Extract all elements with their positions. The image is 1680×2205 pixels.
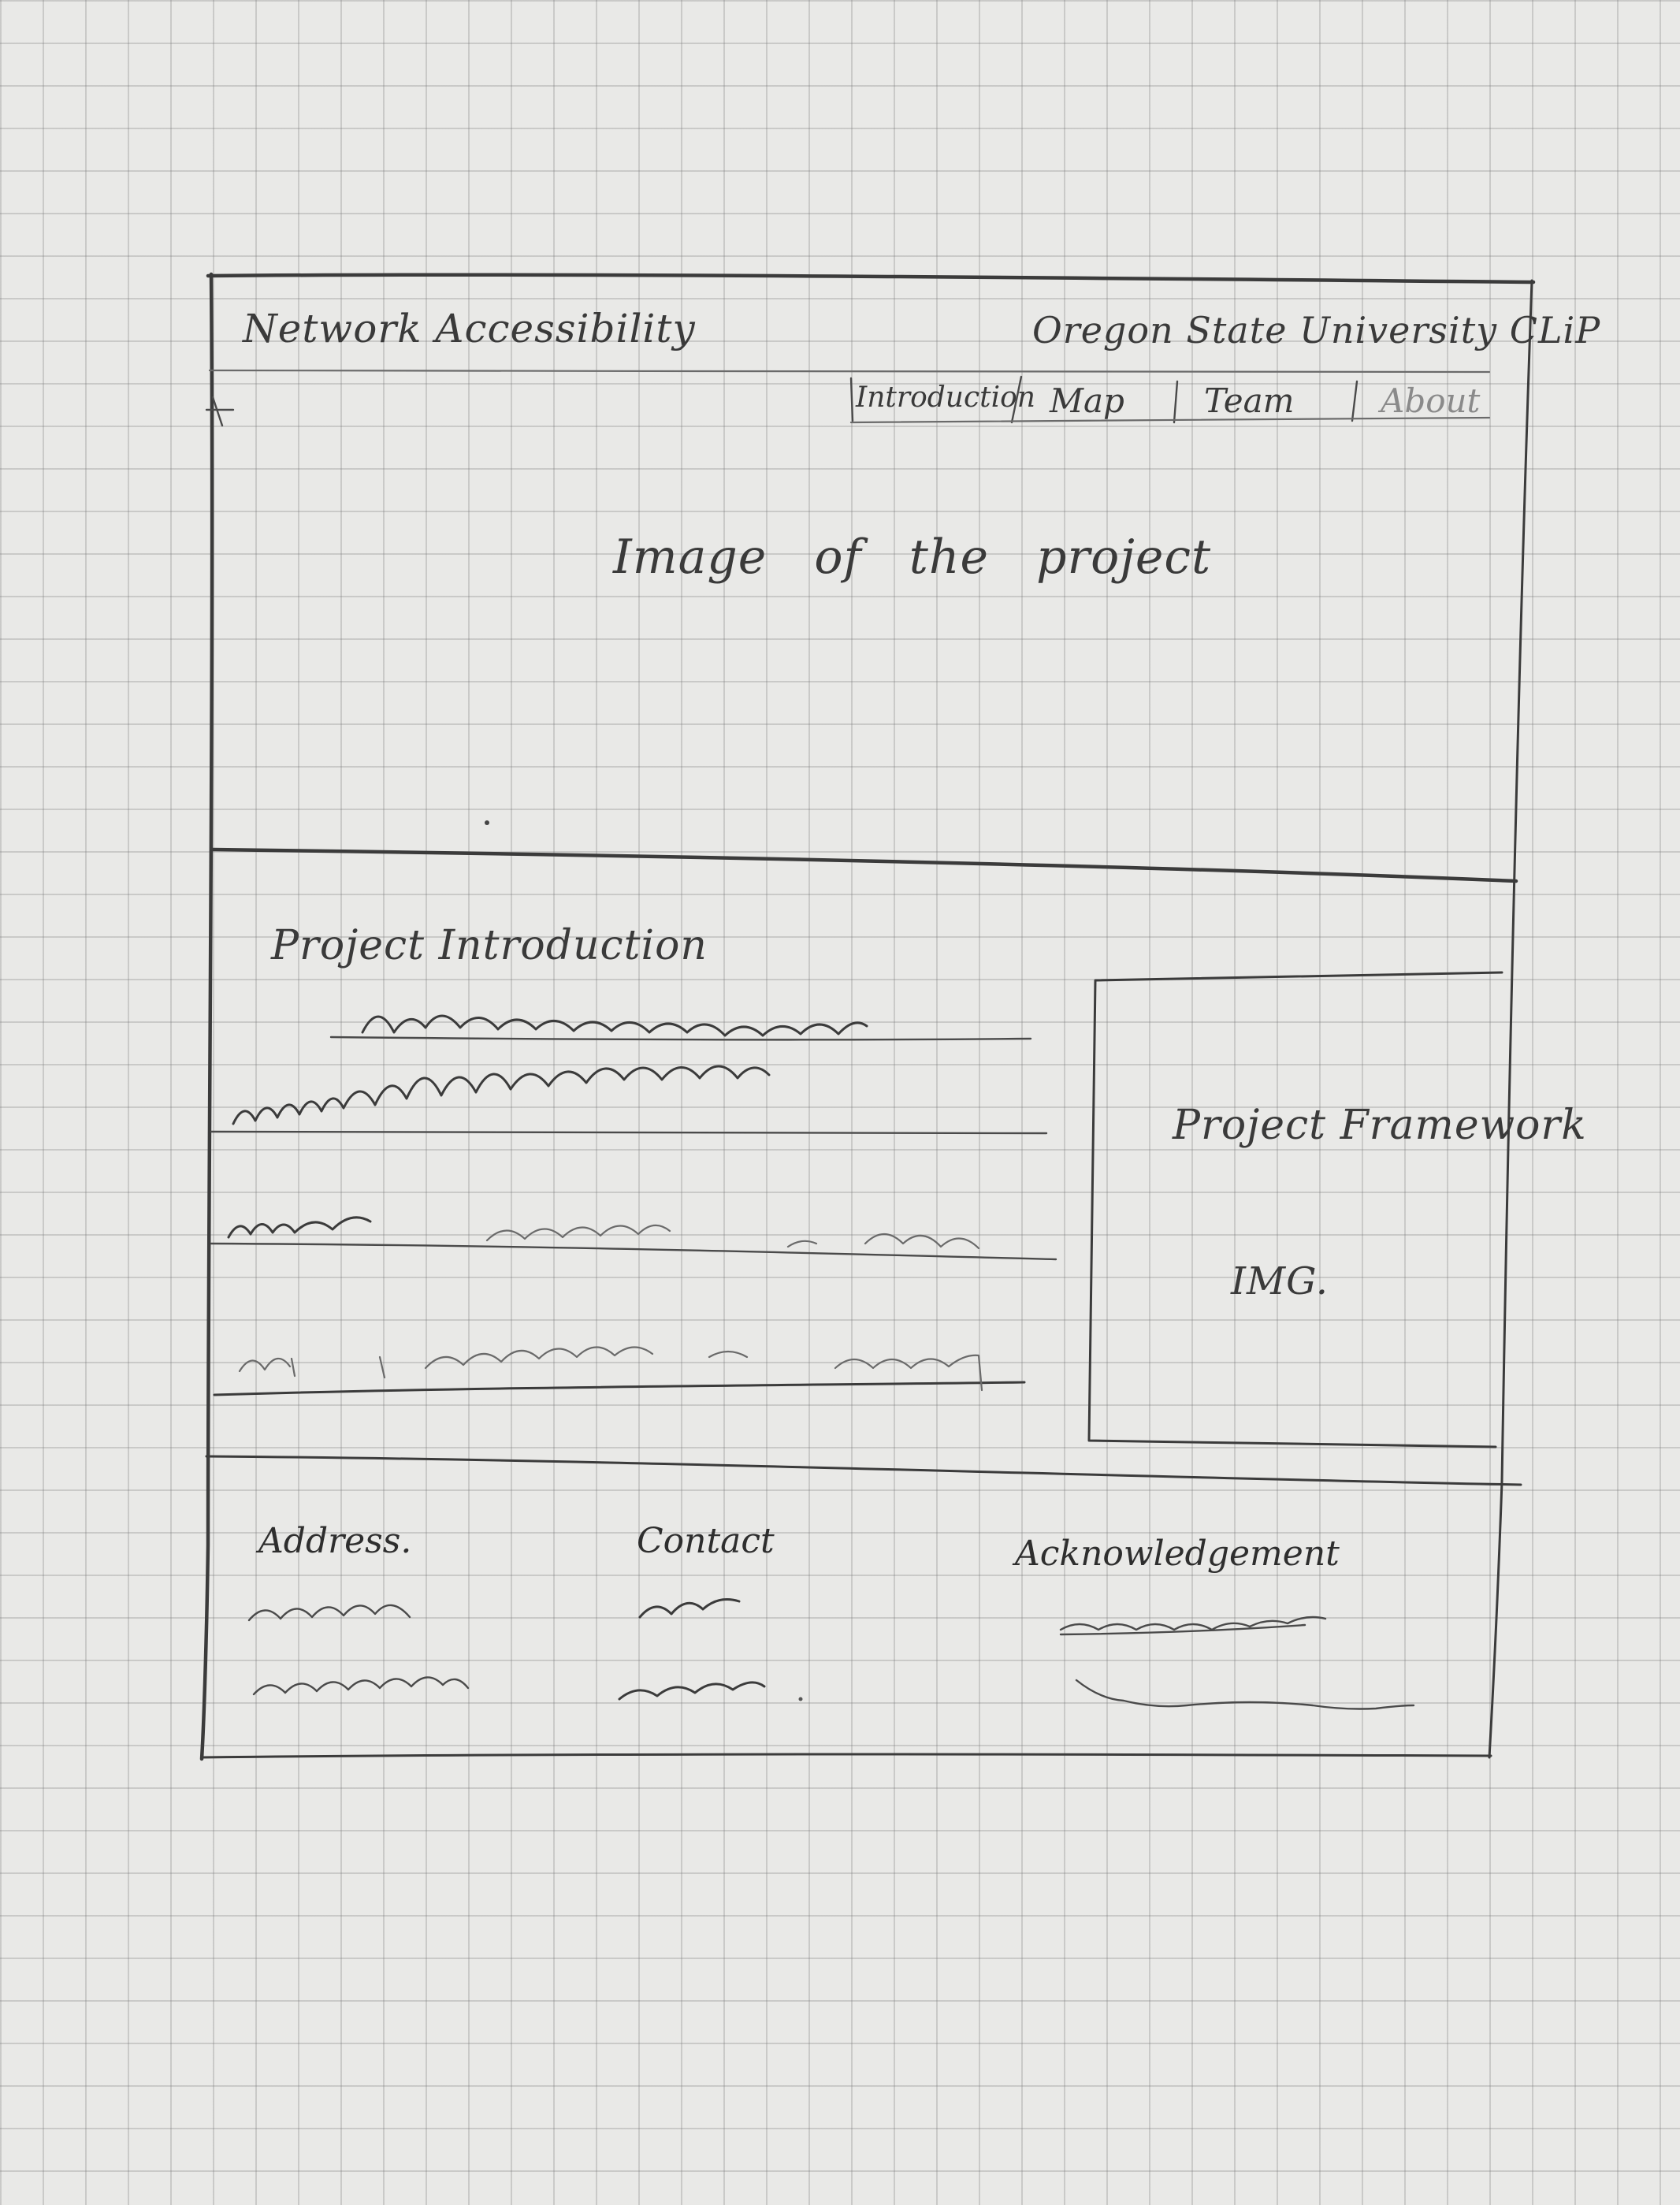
intro-scribble-3c bbox=[786, 1233, 980, 1250]
intro-line-2 bbox=[210, 1129, 1048, 1135]
nav-item-map[interactable]: Map bbox=[1050, 381, 1124, 420]
nav-item-introduction[interactable]: Introduction bbox=[856, 381, 1035, 414]
hero-bottom-border bbox=[210, 847, 1518, 883]
framework-image-placeholder: IMG. bbox=[1231, 1259, 1329, 1303]
site-title[interactable]: Network Accessibility bbox=[243, 306, 696, 351]
hero-dot bbox=[485, 820, 489, 825]
page-frame-right bbox=[1488, 279, 1533, 1759]
contact-scribble-2 bbox=[618, 1681, 766, 1701]
intro-scribble-2 bbox=[232, 1065, 771, 1125]
footer-contact-heading: Contact bbox=[637, 1521, 775, 1561]
address-scribble-2 bbox=[252, 1676, 470, 1696]
intro-scribble-3 bbox=[227, 1216, 372, 1239]
footer-top-border bbox=[205, 1455, 1522, 1486]
page-frame-bottom bbox=[200, 1753, 1492, 1759]
address-scribble-1 bbox=[247, 1604, 411, 1622]
intro-line-3 bbox=[210, 1242, 1057, 1261]
hero-image-placeholder: Image of the project bbox=[613, 530, 1212, 585]
footer-acknowledgement-heading: Acknowledgement bbox=[1015, 1534, 1340, 1574]
intro-line-1 bbox=[329, 1036, 1032, 1041]
nav-divider-left bbox=[849, 377, 854, 422]
page-frame-top bbox=[206, 273, 1536, 284]
intro-scribble-1 bbox=[361, 1014, 868, 1037]
nav-divider-3 bbox=[1351, 380, 1358, 422]
footer-address-heading: Address. bbox=[258, 1521, 412, 1561]
header-separator bbox=[208, 369, 1491, 374]
framework-label: Project Framework bbox=[1173, 1102, 1587, 1149]
nav-item-team[interactable]: Team bbox=[1204, 381, 1294, 420]
nav-divider-2 bbox=[1173, 380, 1179, 424]
contact-dot bbox=[798, 1697, 803, 1701]
ack-scribble-1 bbox=[1059, 1616, 1327, 1636]
intro-line-4 bbox=[213, 1381, 1026, 1396]
nav-item-about[interactable]: About bbox=[1381, 381, 1480, 420]
framework-box bbox=[1087, 971, 1503, 1448]
organization-name[interactable]: Oregon State University CLiP bbox=[1032, 309, 1600, 351]
contact-scribble-1 bbox=[638, 1598, 741, 1619]
page-frame-left bbox=[199, 272, 214, 1761]
intro-heading: Project Introduction bbox=[271, 922, 708, 969]
intro-scribble-3b bbox=[485, 1224, 671, 1242]
ack-scribble-2 bbox=[1075, 1679, 1415, 1710]
